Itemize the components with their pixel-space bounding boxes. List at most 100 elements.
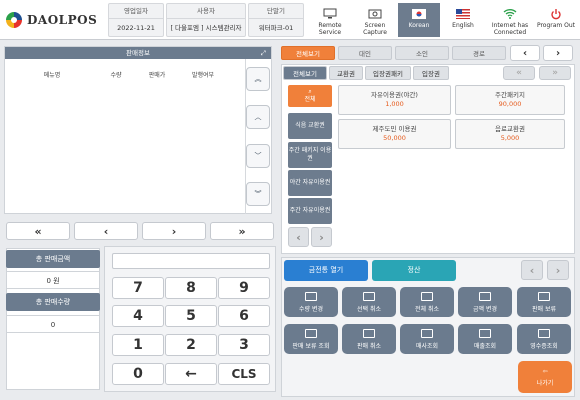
col-price: 판매가 bbox=[148, 71, 166, 79]
tab-senior[interactable]: 경로 bbox=[452, 46, 506, 60]
cancel-select-button[interactable]: 선택 취소 bbox=[342, 287, 396, 317]
clear-key[interactable]: CLS bbox=[218, 363, 270, 385]
subtab-next-button[interactable]: » bbox=[539, 66, 571, 80]
key-6[interactable]: 6 bbox=[218, 305, 270, 327]
hold-sale-button[interactable]: 판매 보류 bbox=[517, 287, 571, 317]
chevron-right-icon: › bbox=[555, 47, 561, 59]
key-4[interactable]: 4 bbox=[112, 305, 164, 327]
tab-all[interactable]: 전체보기 bbox=[281, 46, 335, 60]
subtab-prev-button[interactable]: « bbox=[503, 66, 535, 80]
double-down-icon: ︾ bbox=[254, 190, 262, 198]
settle-button[interactable]: 정산 bbox=[372, 260, 456, 281]
key-5[interactable]: 5 bbox=[165, 305, 217, 327]
col-qty: 수량 bbox=[110, 71, 122, 79]
sale-info-panel: 판매정보 ⤢ 메뉴명 수량 판매가 발행여부 bbox=[4, 46, 272, 214]
tab-adult[interactable]: 대인 bbox=[338, 46, 392, 60]
key-0[interactable]: 0 bbox=[112, 363, 164, 385]
chevron-left-icon: ‹ bbox=[522, 47, 528, 59]
product-card[interactable]: 음료교환권 5,000 bbox=[455, 119, 565, 149]
key-9[interactable]: 9 bbox=[218, 277, 270, 299]
total-amount-value: 0 원 bbox=[6, 271, 100, 289]
inquiry-button[interactable]: 매사조회 bbox=[400, 324, 454, 354]
product-card[interactable]: 자유이용권(야간) 1,000 bbox=[338, 85, 451, 115]
receipt-inquiry-button[interactable]: 영수증조회 bbox=[517, 324, 571, 354]
double-left-icon: « bbox=[34, 224, 42, 238]
func-label: 수량 변경 bbox=[299, 305, 323, 313]
screen-capture-button[interactable]: Screen Capture bbox=[356, 3, 394, 37]
business-date-value: 2022-11-21 bbox=[117, 24, 155, 32]
exit-icon: ⇦ bbox=[542, 367, 548, 375]
total-amount-label: 총 판매금액 bbox=[6, 250, 100, 268]
side-prev-button[interactable]: ‹ bbox=[288, 227, 309, 247]
total-qty-label: 총 판매수량 bbox=[6, 293, 100, 311]
edit-qty-icon bbox=[305, 291, 317, 301]
scroll-up-button[interactable]: ︿ bbox=[246, 105, 270, 129]
user-box: 사용자 [ 다울포엠 ] 시스템관리자 bbox=[166, 3, 246, 37]
product-price: 90,000 bbox=[498, 100, 522, 108]
first-page-button[interactable]: « bbox=[6, 222, 70, 240]
program-out-button[interactable]: Program Out bbox=[536, 3, 576, 37]
sale-cancel-button[interactable]: 판매 취소 bbox=[342, 324, 396, 354]
tab-next-button[interactable]: › bbox=[543, 45, 573, 61]
exit-label: 나가기 bbox=[536, 379, 554, 387]
key-3[interactable]: 3 bbox=[218, 334, 270, 356]
subtab-package[interactable]: 입장권패키 bbox=[365, 66, 411, 80]
key-1[interactable]: 1 bbox=[112, 334, 164, 356]
user-label: 사용자 bbox=[167, 4, 245, 19]
func-prev-button[interactable]: ‹ bbox=[521, 260, 543, 280]
exit-button[interactable]: ⇦ 나가기 bbox=[518, 361, 572, 393]
korean-button[interactable]: Korean bbox=[398, 3, 440, 37]
sale-info-title: 판매정보 ⤢ bbox=[5, 47, 271, 59]
product-card[interactable]: 제주도민 이용권 50,000 bbox=[338, 119, 451, 149]
side-next-button[interactable]: › bbox=[311, 227, 332, 247]
product-price: 50,000 bbox=[383, 134, 406, 142]
subtab-ticket[interactable]: 입장권 bbox=[413, 66, 449, 80]
product-price: 1,000 bbox=[385, 100, 404, 108]
last-page-button[interactable]: » bbox=[210, 222, 274, 240]
tab-child[interactable]: 소인 bbox=[395, 46, 449, 60]
hold-sale-icon bbox=[538, 291, 550, 301]
next-page-button[interactable]: › bbox=[142, 222, 206, 240]
side-food-voucher[interactable]: 식음 교환권 bbox=[288, 113, 332, 139]
double-up-icon: ︽ bbox=[254, 75, 262, 83]
hold-list-button[interactable]: 판매 보류 조회 bbox=[284, 324, 338, 354]
internet-status: Internet has Connected bbox=[488, 3, 532, 37]
change-amount-button[interactable]: 금액 변경 bbox=[458, 287, 512, 317]
sales-inquiry-button[interactable]: 매출조회 bbox=[458, 324, 512, 354]
open-drawer-button[interactable]: 금전통 열기 bbox=[284, 260, 368, 281]
change-qty-button[interactable]: 수량 변경 bbox=[284, 287, 338, 317]
power-icon bbox=[549, 8, 563, 19]
side-day-package[interactable]: 주간 패키지 이용권 bbox=[288, 142, 332, 168]
total-qty-value: 0 bbox=[6, 315, 100, 333]
key-7[interactable]: 7 bbox=[112, 277, 164, 299]
sale-cancel-icon bbox=[363, 328, 375, 338]
expand-icon[interactable]: ⤢ bbox=[261, 47, 266, 59]
subtab-voucher[interactable]: 교환권 bbox=[329, 66, 363, 80]
remote-service-button[interactable]: Remote Service bbox=[311, 3, 349, 37]
chevron-left-icon: ‹ bbox=[529, 263, 535, 277]
terminal-value: 워터파크-01 bbox=[258, 24, 294, 32]
wifi-icon bbox=[503, 8, 517, 19]
chevron-right-icon: › bbox=[555, 263, 561, 277]
subtab-all[interactable]: 전체보기 bbox=[283, 66, 327, 80]
program-out-label: Program Out bbox=[536, 22, 576, 29]
product-name: 제주도민 이용권 bbox=[372, 125, 417, 133]
side-night-pass[interactable]: 야간 자유이용권 bbox=[288, 170, 332, 196]
func-next-button[interactable]: › bbox=[547, 260, 569, 280]
side-all-button[interactable]: ⌕ 전체 bbox=[288, 85, 332, 107]
tab-prev-button[interactable]: ‹ bbox=[510, 45, 540, 61]
cancel-all-button[interactable]: 전체 취소 bbox=[400, 287, 454, 317]
english-button[interactable]: English bbox=[444, 3, 482, 37]
product-card[interactable]: 주간패키지 90,000 bbox=[455, 85, 565, 115]
scroll-top-button[interactable]: ︽ bbox=[246, 67, 270, 91]
business-date-label: 영업일자 bbox=[109, 4, 163, 19]
cancel-select-icon bbox=[363, 291, 375, 301]
prev-page-button[interactable]: ‹ bbox=[74, 222, 138, 240]
key-8[interactable]: 8 bbox=[165, 277, 217, 299]
backspace-key[interactable]: ← bbox=[165, 363, 217, 385]
side-day-pass[interactable]: 주간 자유이용권 bbox=[288, 198, 332, 224]
key-2[interactable]: 2 bbox=[165, 334, 217, 356]
internet-status-label: Internet has Connected bbox=[491, 22, 529, 36]
scroll-bottom-button[interactable]: ︾ bbox=[246, 182, 270, 206]
scroll-down-button[interactable]: ﹀ bbox=[246, 144, 270, 168]
